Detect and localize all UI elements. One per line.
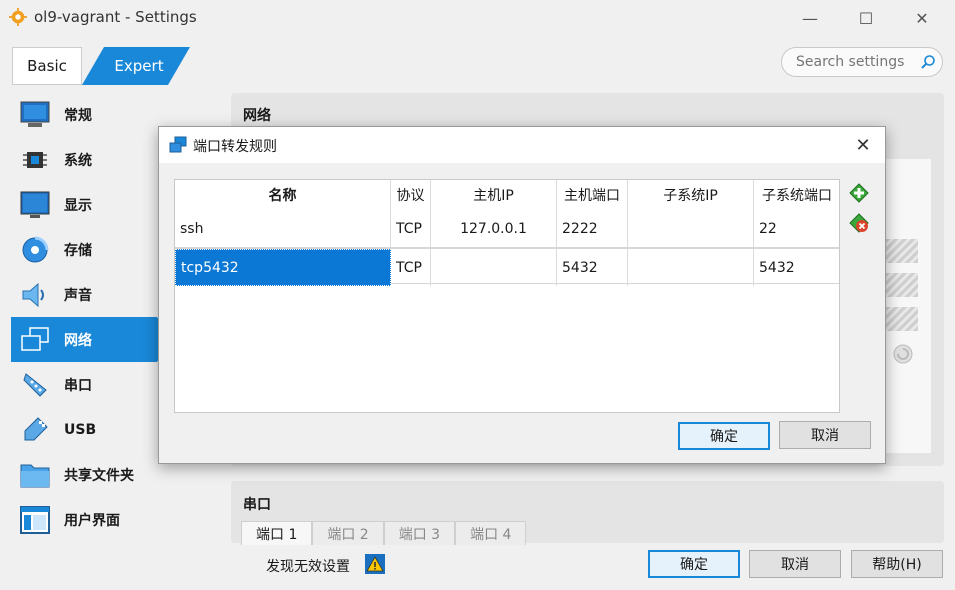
help-button[interactable]: 帮助(H) bbox=[851, 550, 943, 578]
tab-port-4[interactable]: 端口 4 bbox=[455, 521, 527, 545]
tab-port-1[interactable]: 端口 1 bbox=[241, 521, 313, 545]
ui-icon bbox=[19, 504, 51, 536]
cell-protocol[interactable]: TCP bbox=[391, 210, 431, 247]
column-header-host-port[interactable]: 主机端口 bbox=[557, 180, 628, 210]
table-row[interactable]: ssh TCP 127.0.0.1 2222 22 bbox=[175, 210, 839, 247]
search-box bbox=[781, 47, 943, 77]
sidebar-item-label: 共享文件夹 bbox=[64, 467, 134, 484]
serial-group: 串口 端口 1 端口 2 端口 3 端口 4 bbox=[231, 481, 944, 545]
disk-icon bbox=[19, 234, 51, 266]
cell-protocol[interactable]: TCP bbox=[391, 249, 431, 286]
add-rule-icon[interactable] bbox=[848, 182, 870, 204]
column-header-guest-ip[interactable]: 子系统IP bbox=[628, 180, 754, 210]
cell-host-port[interactable]: 5432 bbox=[557, 249, 628, 286]
sidebar-item-label: 存储 bbox=[64, 242, 92, 259]
dialog-title-bar: 端口转发规则 ✕ bbox=[159, 127, 885, 163]
column-header-name[interactable]: 名称 bbox=[175, 180, 391, 210]
sidebar-item-user-interface[interactable]: 用户界面 bbox=[11, 497, 226, 542]
serial-group-title: 串口 bbox=[243, 497, 271, 513]
port-tabs: 端口 1 端口 2 端口 3 端口 4 bbox=[241, 521, 527, 545]
network-icon bbox=[19, 324, 51, 356]
folder-icon bbox=[19, 459, 51, 491]
window-title: ol9-vagrant - Settings bbox=[34, 8, 197, 26]
cell-guest-ip[interactable] bbox=[628, 249, 754, 286]
disabled-field bbox=[886, 239, 918, 263]
disabled-field bbox=[886, 307, 918, 331]
port-rules-table: 名称 协议 主机IP 主机端口 子系统IP 子系统端口 ssh TCP 127.… bbox=[174, 179, 840, 413]
usb-icon bbox=[19, 414, 51, 446]
tab-port-3[interactable]: 端口 3 bbox=[383, 521, 456, 545]
sidebar-item-label: 系统 bbox=[64, 152, 92, 169]
sidebar-item-label: 常规 bbox=[64, 107, 92, 124]
sidebar-item-label: 串口 bbox=[64, 377, 92, 394]
network-group-title: 网络 bbox=[243, 108, 271, 124]
cell-guest-port[interactable]: 22 bbox=[754, 210, 840, 247]
sidebar-item-label: USB bbox=[64, 421, 97, 438]
port-forwarding-dialog: 端口转发规则 ✕ 名称 协议 主机IP 主机端口 子系统IP 子系统端口 ssh… bbox=[158, 126, 886, 464]
dialog-title: 端口转发规则 bbox=[193, 139, 277, 155]
cell-guest-port[interactable]: 5432 bbox=[754, 249, 840, 286]
sidebar-item-label: 显示 bbox=[64, 197, 92, 214]
column-header-protocol[interactable]: 协议 bbox=[391, 180, 431, 210]
cell-name[interactable]: ssh bbox=[175, 210, 391, 247]
speaker-icon bbox=[19, 279, 51, 311]
sidebar-item-label: 用户界面 bbox=[64, 512, 120, 529]
warning-icon[interactable] bbox=[365, 554, 385, 574]
cell-name-editing[interactable]: tcp5432 bbox=[175, 249, 391, 286]
search-icon[interactable] bbox=[920, 54, 936, 70]
search-input[interactable] bbox=[796, 53, 916, 71]
maximize-button[interactable]: ☐ bbox=[843, 0, 889, 36]
sidebar-item-label: 网络 bbox=[64, 332, 92, 349]
gear-icon bbox=[9, 8, 27, 26]
cell-host-ip[interactable] bbox=[431, 249, 557, 286]
close-icon[interactable]: ✕ bbox=[853, 135, 873, 156]
rule-actions bbox=[848, 182, 872, 242]
tab-port-2[interactable]: 端口 2 bbox=[312, 521, 384, 545]
invalid-settings-text: 发现无效设置 bbox=[266, 559, 350, 575]
cancel-button[interactable]: 取消 bbox=[749, 550, 841, 578]
basic-mode-tab[interactable]: Basic bbox=[12, 47, 82, 85]
minimize-button[interactable]: — bbox=[787, 0, 833, 36]
table-header: 名称 协议 主机IP 主机端口 子系统IP 子系统端口 bbox=[175, 180, 839, 210]
chip-icon bbox=[19, 144, 51, 176]
close-button[interactable]: ✕ bbox=[899, 0, 945, 36]
dialog-cancel-button[interactable]: 取消 bbox=[779, 421, 871, 449]
column-header-guest-port[interactable]: 子系统端口 bbox=[754, 180, 840, 210]
expert-mode-tab[interactable]: Expert bbox=[82, 47, 190, 85]
title-bar: ol9-vagrant - Settings — ☐ ✕ bbox=[0, 0, 955, 36]
remove-rule-icon[interactable] bbox=[848, 212, 870, 234]
network-panel bbox=[879, 159, 931, 453]
column-header-host-ip[interactable]: 主机IP bbox=[431, 180, 557, 210]
table-row[interactable]: tcp5432 TCP 5432 5432 bbox=[175, 247, 840, 286]
network-icon bbox=[169, 136, 187, 153]
cell-host-ip[interactable]: 127.0.0.1 bbox=[431, 210, 557, 247]
sidebar-item-label: 声音 bbox=[64, 287, 92, 304]
general-icon bbox=[19, 99, 51, 131]
mode-switch: Basic Expert bbox=[12, 47, 192, 85]
refresh-icon bbox=[893, 344, 913, 364]
cell-host-port[interactable]: 2222 bbox=[557, 210, 628, 247]
serial-icon bbox=[19, 369, 51, 401]
disabled-field bbox=[886, 273, 918, 297]
dialog-ok-button[interactable]: 确定 bbox=[678, 422, 770, 450]
ok-button[interactable]: 确定 bbox=[648, 550, 740, 578]
cell-guest-ip[interactable] bbox=[628, 210, 754, 247]
monitor-icon bbox=[19, 189, 51, 221]
